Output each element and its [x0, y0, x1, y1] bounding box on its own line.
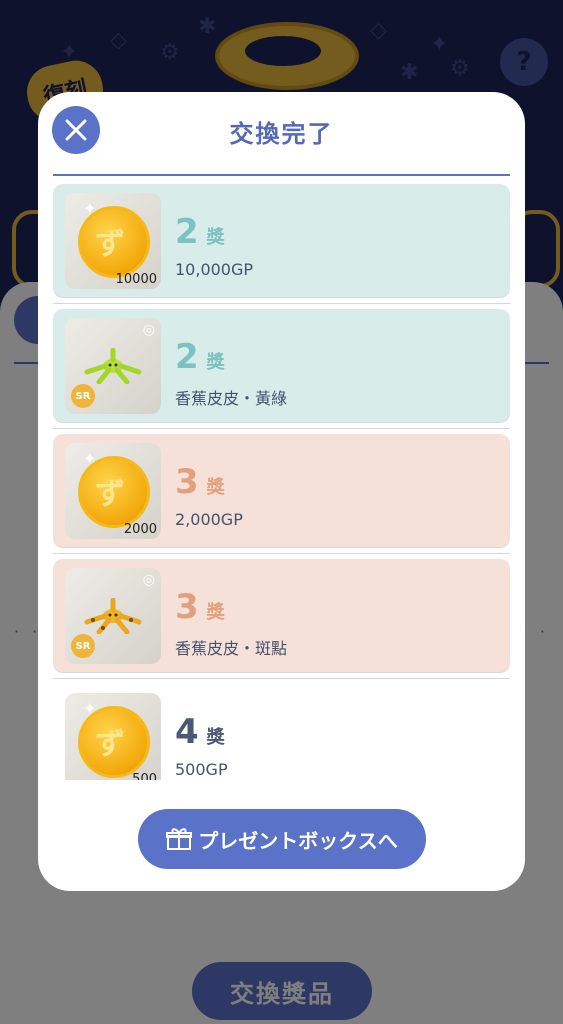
- reward-item: ◎ SR 3 獎 香蕉皮皮・斑點: [53, 559, 510, 679]
- reward-name: 500GP: [175, 760, 228, 779]
- reward-rank: 2 獎: [175, 212, 225, 252]
- thumb-amount: 2000: [123, 522, 157, 537]
- gift-icon: [166, 827, 193, 851]
- rank-suffix: 獎: [206, 352, 225, 373]
- reward-thumbnail: ◎ SR: [65, 318, 161, 414]
- rank-number: 3: [175, 462, 199, 502]
- rarity-badge: SR: [71, 634, 95, 658]
- reward-rank: 2 獎: [175, 337, 225, 377]
- reward-name: 香蕉皮皮・黃綠: [175, 389, 288, 408]
- rank-suffix: 獎: [206, 602, 225, 623]
- reward-thumbnail: ず ✦ 500: [65, 693, 161, 780]
- coin-emblem-icon: ず: [95, 227, 125, 262]
- reward-name: 10,000GP: [175, 260, 254, 279]
- rank-suffix: 獎: [206, 477, 225, 498]
- banana-figure-icon: [84, 598, 142, 634]
- reward-item: ず ✦ 10000 2 獎 10,000GP: [53, 184, 510, 304]
- exchange-complete-modal: 交換完了 ず ✦ 10000 2 獎 10,000GP ◎ SR 2 獎 香蕉皮…: [38, 92, 525, 891]
- reward-item: ◎ SR 2 獎 香蕉皮皮・黃綠: [53, 309, 510, 429]
- reward-rank: 4 獎: [175, 712, 225, 752]
- rank-number: 3: [175, 587, 199, 627]
- view-3d-icon: ◎: [142, 322, 155, 338]
- view-3d-icon: ◎: [142, 572, 155, 588]
- rank-number: 2: [175, 337, 199, 377]
- rank-number: 4: [175, 712, 199, 752]
- reward-item: ず ✦ 500 4 獎 500GP: [53, 684, 510, 780]
- reward-rank: 3 獎: [175, 587, 225, 627]
- coin-emblem-icon: ず: [95, 727, 125, 762]
- reward-rank: 3 獎: [175, 462, 225, 502]
- sparkle-icon: ✦: [83, 699, 97, 718]
- modal-title: 交換完了: [229, 120, 334, 148]
- present-box-button[interactable]: プレゼントボックスへ: [138, 809, 426, 869]
- rank-number: 2: [175, 212, 199, 252]
- item-divider: [53, 303, 510, 304]
- thumb-amount: 500: [132, 772, 157, 780]
- reward-name: 香蕉皮皮・斑點: [175, 639, 288, 658]
- item-divider: [53, 678, 510, 679]
- item-divider: [53, 428, 510, 429]
- present-box-label: プレゼントボックスへ: [198, 828, 398, 853]
- rank-suffix: 獎: [206, 227, 225, 248]
- sparkle-icon: ✦: [83, 449, 97, 468]
- reward-name: 2,000GP: [175, 510, 243, 529]
- thumb-amount: 10000: [115, 272, 157, 287]
- modal-divider: [53, 174, 510, 176]
- coin-emblem-icon: ず: [95, 477, 125, 512]
- reward-thumbnail: ず ✦ 2000: [65, 443, 161, 539]
- reward-list[interactable]: ず ✦ 10000 2 獎 10,000GP ◎ SR 2 獎 香蕉皮皮・黃綠 …: [53, 184, 510, 780]
- rarity-badge: SR: [71, 384, 95, 408]
- reward-thumbnail: ず ✦ 10000: [65, 193, 161, 289]
- reward-thumbnail: ◎ SR: [65, 568, 161, 664]
- reward-item: ず ✦ 2000 3 獎 2,000GP: [53, 434, 510, 554]
- banana-figure-icon: [84, 348, 142, 384]
- item-divider: [53, 553, 510, 554]
- sparkle-icon: ✦: [83, 199, 97, 218]
- rank-suffix: 獎: [206, 727, 225, 748]
